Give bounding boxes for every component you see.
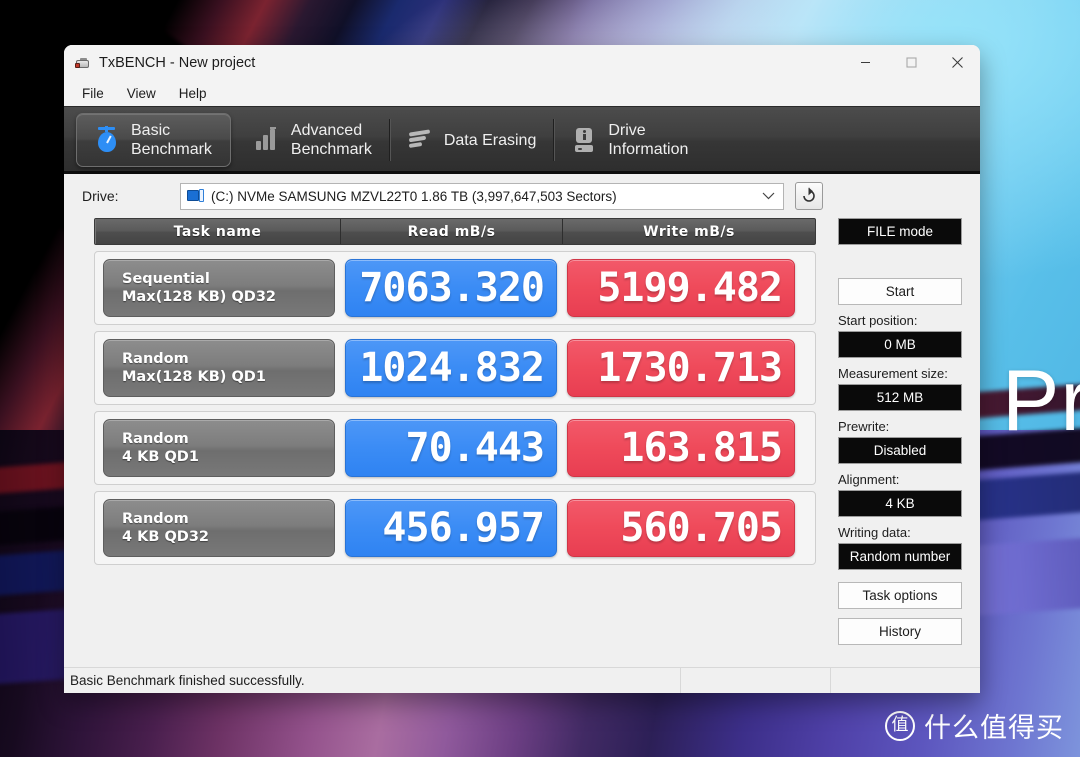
- txbench-window: TxBENCH - New project File View Help Bas…: [64, 45, 980, 693]
- read-value-cell: 7063.320: [345, 259, 557, 317]
- task-line-2: 4 KB QD32: [122, 529, 210, 545]
- writing-data-field[interactable]: Random number: [838, 543, 962, 570]
- read-value-cell: 70.443: [345, 419, 557, 477]
- task-line-2: 4 KB QD1: [122, 449, 199, 465]
- read-value: 7063.320: [359, 265, 545, 311]
- table-row: Random Max(128 KB) QD1 1024.832 1730.713: [94, 331, 816, 405]
- task-cell[interactable]: Random 4 KB QD1: [103, 419, 335, 477]
- tab-drive-information[interactable]: Drive Information: [554, 113, 706, 167]
- control-pane: FILE mode Start Start position: 0 MB Mea…: [828, 218, 980, 667]
- maximize-button[interactable]: [888, 45, 934, 80]
- eraser-icon: [406, 125, 434, 155]
- write-value: 5199.482: [597, 265, 783, 311]
- timer-icon: [93, 125, 121, 155]
- minimize-button[interactable]: [842, 45, 888, 80]
- write-value-cell: 5199.482: [567, 259, 795, 317]
- table-row: Random 4 KB QD1 70.443 163.815: [94, 411, 816, 485]
- task-cell[interactable]: Sequential Max(128 KB) QD32: [103, 259, 335, 317]
- tab-label-data-erasing: Data Erasing: [443, 131, 537, 149]
- alignment-field[interactable]: 4 KB: [838, 490, 962, 517]
- tab-basic-benchmark[interactable]: Basic Benchmark: [76, 113, 231, 167]
- tab-data-erasing[interactable]: Data Erasing: [390, 113, 555, 167]
- drive-selected-value: (C:) NVMe SAMSUNG MZVL22T0 1.86 TB (3,99…: [211, 188, 617, 204]
- prewrite-field[interactable]: Disabled: [838, 437, 962, 464]
- results-pane: Task name Read mB/s Write mB/s Sequentia…: [64, 218, 828, 667]
- start-button[interactable]: Start: [838, 278, 962, 305]
- drive-row: Drive: (C:) NVMe SAMSUNG MZVL22T0 1.86 T…: [64, 174, 980, 218]
- measurement-size-label: Measurement size:: [838, 366, 948, 381]
- write-value-cell: 163.815: [567, 419, 795, 477]
- close-button[interactable]: [934, 45, 980, 80]
- header-read: Read mB/s: [341, 219, 563, 244]
- read-value: 456.957: [382, 505, 545, 551]
- refresh-icon: [803, 187, 815, 202]
- table-row: Random 4 KB QD32 456.957 560.705: [94, 491, 816, 565]
- results-table-header: Task name Read mB/s Write mB/s: [94, 218, 816, 245]
- task-line-2: Max(128 KB) QD1: [122, 369, 266, 385]
- status-segment-2: [830, 668, 980, 693]
- wallpaper-text: Pr: [1002, 353, 1080, 449]
- write-value-cell: 1730.713: [567, 339, 795, 397]
- task-line-2: Max(128 KB) QD32: [122, 289, 277, 305]
- write-value-cell: 560.705: [567, 499, 795, 557]
- task-cell[interactable]: Random 4 KB QD32: [103, 499, 335, 557]
- disk-icon: [187, 189, 205, 203]
- read-value: 70.443: [405, 425, 545, 471]
- tab-label-basic-benchmark: Basic Benchmark: [131, 122, 212, 158]
- refresh-button[interactable]: [795, 182, 823, 210]
- bar-chart-icon: [253, 125, 281, 155]
- watermark-logo-icon: 值: [885, 710, 915, 741]
- chevron-down-icon[interactable]: [762, 187, 775, 205]
- main-area: Task name Read mB/s Write mB/s Sequentia…: [64, 218, 980, 667]
- status-segment-1: [680, 668, 830, 693]
- task-options-button[interactable]: Task options: [838, 582, 962, 609]
- measurement-size-field[interactable]: 512 MB: [838, 384, 962, 411]
- header-task-name: Task name: [95, 219, 341, 244]
- tab-label-drive-information: Drive Information: [608, 122, 689, 158]
- window-controls: [842, 45, 980, 80]
- tab-label-advanced-benchmark: Advanced Benchmark: [290, 122, 372, 158]
- app-icon: [75, 55, 91, 71]
- drive-select[interactable]: (C:) NVMe SAMSUNG MZVL22T0 1.86 TB (3,99…: [180, 182, 784, 210]
- alignment-label: Alignment:: [838, 472, 900, 487]
- file-mode-button[interactable]: FILE mode: [838, 218, 962, 245]
- menu-bar: File View Help: [64, 80, 980, 106]
- window-content: Drive: (C:) NVMe SAMSUNG MZVL22T0 1.86 T…: [64, 174, 980, 693]
- task-line-1: Random: [122, 511, 189, 527]
- status-message: Basic Benchmark finished successfully.: [70, 673, 305, 688]
- read-value-cell: 456.957: [345, 499, 557, 557]
- minimize-icon: [860, 61, 870, 64]
- read-value: 1024.832: [359, 345, 545, 391]
- write-value: 560.705: [620, 505, 783, 551]
- maximize-icon: [905, 57, 917, 68]
- start-position-label: Start position:: [838, 313, 918, 328]
- watermark: 值 什么值得买: [885, 706, 1064, 745]
- tab-advanced-benchmark[interactable]: Advanced Benchmark: [237, 113, 390, 167]
- task-line-1: Sequential: [122, 271, 210, 287]
- task-line-1: Random: [122, 431, 189, 447]
- task-line-1: Random: [122, 351, 189, 367]
- read-value-cell: 1024.832: [345, 339, 557, 397]
- window-title: TxBENCH - New project: [99, 54, 256, 71]
- drive-info-icon: [570, 125, 598, 155]
- menu-item-view[interactable]: View: [117, 83, 166, 104]
- menu-item-help[interactable]: Help: [169, 83, 217, 104]
- history-button[interactable]: History: [838, 618, 962, 645]
- writing-data-label: Writing data:: [838, 525, 911, 540]
- header-write: Write mB/s: [643, 223, 735, 240]
- title-bar[interactable]: TxBENCH - New project: [64, 45, 980, 80]
- drive-label: Drive:: [82, 188, 119, 204]
- menu-item-file[interactable]: File: [72, 83, 114, 104]
- write-value: 163.815: [620, 425, 783, 471]
- watermark-text: 什么值得买: [924, 713, 1064, 744]
- start-position-field[interactable]: 0 MB: [838, 331, 962, 358]
- table-row: Sequential Max(128 KB) QD32 7063.320 519…: [94, 251, 816, 325]
- write-value: 1730.713: [597, 345, 783, 391]
- close-icon: [951, 57, 963, 68]
- prewrite-label: Prewrite:: [838, 419, 890, 434]
- task-cell[interactable]: Random Max(128 KB) QD1: [103, 339, 335, 397]
- tab-strip: Basic Benchmark Advanced Benchmark Data …: [64, 106, 980, 174]
- status-bar: Basic Benchmark finished successfully.: [64, 667, 980, 693]
